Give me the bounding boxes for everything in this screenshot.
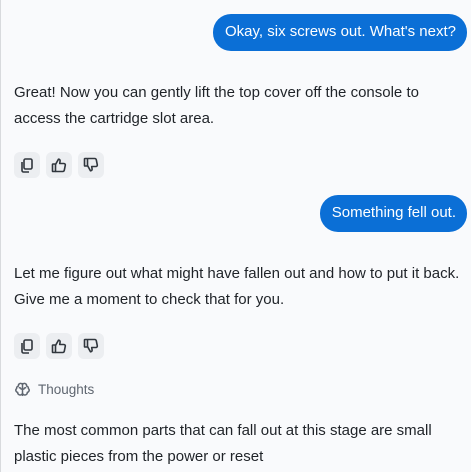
user-message-bubble: Something fell out. [319,195,467,232]
brain-icon [15,382,30,397]
thoughts-toggle[interactable]: Thoughts [14,381,94,398]
thumbs-down-icon [83,338,99,353]
chat-transcript: Okay, six screws out. What's next? Great… [0,0,471,472]
message-actions [14,333,104,359]
copy-button[interactable] [14,152,40,178]
thoughts-label: Thoughts [38,382,95,397]
thumbs-up-button[interactable] [46,152,72,178]
thumbs-down-icon [83,157,99,172]
user-message-text: Okay, six screws out. What's next? [225,23,456,40]
user-message-text: Something fell out. [331,204,456,221]
assistant-message-text: Great! Now you can gently lift the top c… [14,84,419,127]
thumbs-up-button[interactable] [46,333,72,359]
assistant-streaming-text: The most common parts that can fall out … [14,422,432,465]
copy-icon [21,158,33,173]
thumbs-down-button[interactable] [78,152,104,178]
thumbs-up-icon [51,339,67,354]
thumbs-up-icon [51,158,67,173]
copy-icon [21,339,33,354]
message-actions [14,152,104,178]
thumbs-down-button[interactable] [78,333,104,359]
user-message-bubble: Okay, six screws out. What's next? [213,14,467,51]
assistant-message-text: Let me figure out what might have fallen… [14,265,460,308]
copy-button[interactable] [14,333,40,359]
